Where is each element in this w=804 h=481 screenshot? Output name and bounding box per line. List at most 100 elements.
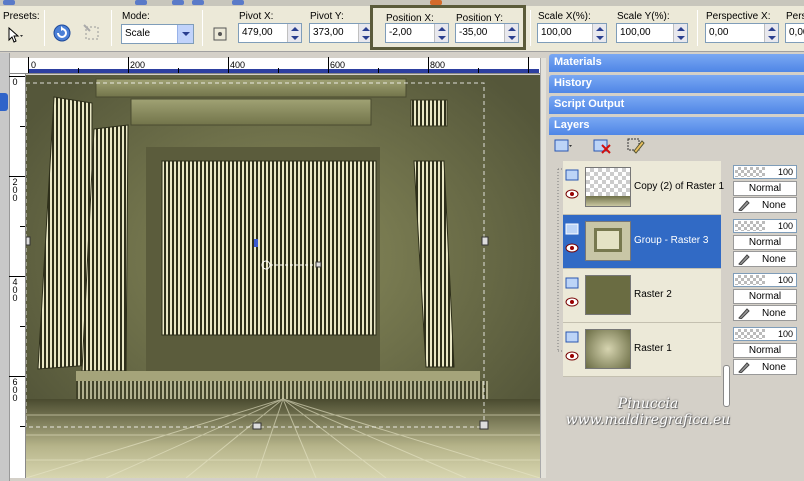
presets-label: Presets: [3, 11, 40, 22]
eye-icon[interactable] [565, 243, 579, 253]
toolbar-strip-icon[interactable] [232, 0, 244, 5]
ruler-extent-bar [28, 69, 539, 73]
position-x-stepper[interactable] [434, 24, 448, 42]
perspective-x-label: Perspective X: [706, 11, 771, 22]
eye-icon[interactable] [565, 297, 579, 307]
brush-icon [738, 200, 750, 211]
pivot-icon[interactable] [209, 23, 231, 45]
materials-palette-header[interactable]: Materials [549, 54, 804, 72]
layer-mask-control[interactable]: None [733, 359, 797, 375]
chevron-down-icon[interactable] [177, 25, 193, 43]
layer-blend-mode[interactable]: Normal [733, 289, 797, 304]
layer-mask-control[interactable]: None [733, 251, 797, 267]
layer-opacity-value: 100 [777, 221, 793, 231]
position-y-stepper[interactable] [504, 24, 518, 42]
new-layer-icon[interactable] [551, 135, 573, 157]
layer-properties: 100 Normal None [733, 163, 804, 215]
layer-visibility-icon[interactable] [565, 223, 579, 235]
scale-y-label: Scale Y(%): [617, 11, 670, 22]
pivot-y-value: 373,00 [313, 27, 344, 38]
ruler-label: 0 [12, 77, 18, 87]
tools-panel-tab[interactable] [0, 93, 8, 111]
perspective-x-stepper[interactable] [764, 24, 778, 42]
layer-thumbnail [585, 221, 631, 261]
layer-row[interactable]: Raster 2 [563, 269, 721, 323]
layer-opacity-slider[interactable]: 100 [733, 273, 797, 287]
layer-opacity-slider[interactable]: 100 [733, 165, 797, 179]
layer-visibility-icon[interactable] [565, 169, 579, 181]
perspective-y-value: 0,00 [789, 27, 804, 38]
position-x-value: -2,00 [389, 27, 412, 38]
toolbar-strip-icon[interactable] [3, 0, 15, 5]
layer-mask-label: None [762, 200, 786, 211]
reset-icon[interactable] [51, 22, 73, 44]
pivot-y-input[interactable]: 373,00 [309, 23, 373, 43]
perspective-x-input[interactable]: 0,00 [705, 23, 779, 43]
layer-row-selected[interactable]: Group - Raster 3 [563, 215, 721, 269]
layer-blend-mode[interactable]: Normal [733, 343, 797, 358]
perspective-y-input[interactable]: 0,00 [785, 23, 804, 43]
pointer-preset-icon[interactable] [4, 24, 26, 46]
scale-y-input[interactable]: 100,00 [616, 23, 688, 43]
layer-properties: 100 Normal None [733, 271, 804, 323]
layer-visibility-icon[interactable] [565, 331, 579, 343]
layer-row[interactable]: Raster 1 [563, 323, 721, 377]
eye-icon[interactable] [565, 351, 579, 361]
layer-opacity-value: 100 [777, 167, 793, 177]
ruler-label: 4 0 0 [12, 277, 18, 303]
apply-icon[interactable] [81, 22, 103, 44]
pivot-x-stepper[interactable] [287, 24, 301, 42]
scale-y-stepper[interactable] [673, 24, 687, 42]
layer-blend-mode[interactable]: Normal [733, 235, 797, 250]
delete-layer-icon[interactable] [591, 135, 613, 157]
ruler-left: 0 2 0 0 4 0 0 6 0 0 [9, 74, 26, 478]
layers-toolbar [549, 133, 804, 159]
toolbar-strip-icon[interactable] [192, 0, 204, 5]
separator [111, 10, 112, 46]
canvas-artwork[interactable] [26, 75, 540, 478]
scale-x-value: 100,00 [541, 27, 572, 38]
tools-panel-edge [0, 53, 10, 481]
image-canvas[interactable] [26, 75, 540, 478]
perspective-y-label: Pers [786, 11, 804, 22]
toolbar-strip-icon[interactable] [172, 0, 184, 5]
mode-select[interactable]: Scale [121, 24, 194, 44]
eye-icon[interactable] [565, 189, 579, 199]
layer-visibility-icon[interactable] [565, 277, 579, 289]
script-output-palette-header[interactable]: Script Output [549, 96, 804, 114]
history-palette-header[interactable]: History [549, 75, 804, 93]
brush-icon [738, 308, 750, 319]
layer-name: Copy (2) of Raster 1 [634, 181, 725, 192]
layer-name: Raster 1 [634, 343, 672, 354]
scale-x-stepper[interactable] [592, 24, 606, 42]
position-y-input[interactable]: -35,00 [455, 23, 519, 43]
layer-opacity-slider[interactable]: 100 [733, 219, 797, 233]
layer-thumbnail [585, 275, 631, 315]
tool-options-bar: Presets: Mode: Scale Pivot X: 479,00 Piv… [0, 0, 804, 52]
layer-mask-label: None [762, 308, 786, 319]
mode-label: Mode: [122, 11, 150, 22]
layer-name: Group - Raster 3 [634, 235, 709, 246]
layer-row[interactable]: Copy (2) of Raster 1 [563, 161, 725, 215]
pivot-x-label: Pivot X: [239, 11, 274, 22]
pivot-x-value: 479,00 [242, 27, 273, 38]
ruler-label: 600 [330, 60, 346, 70]
edit-selection-icon[interactable] [625, 135, 647, 157]
pivot-x-input[interactable]: 479,00 [238, 23, 302, 43]
scale-x-input[interactable]: 100,00 [537, 23, 607, 43]
layer-mask-control[interactable]: None [733, 197, 797, 213]
ruler-top: 0 200 400 600 800 [10, 57, 543, 74]
layer-properties: 100 Normal None [733, 217, 804, 269]
separator [697, 10, 698, 46]
scale-x-label: Scale X(%): [538, 11, 591, 22]
scale-y-value: 100,00 [620, 27, 651, 38]
layer-name: Raster 2 [634, 289, 672, 300]
pivot-y-label: Pivot Y: [310, 11, 344, 22]
ruler-label: 200 [130, 60, 146, 70]
position-x-input[interactable]: -2,00 [385, 23, 449, 43]
toolbar-strip-icon[interactable] [135, 0, 147, 5]
layer-opacity-slider[interactable]: 100 [733, 327, 797, 341]
separator [44, 10, 45, 46]
layer-blend-mode[interactable]: Normal [733, 181, 797, 196]
layer-mask-control[interactable]: None [733, 305, 797, 321]
